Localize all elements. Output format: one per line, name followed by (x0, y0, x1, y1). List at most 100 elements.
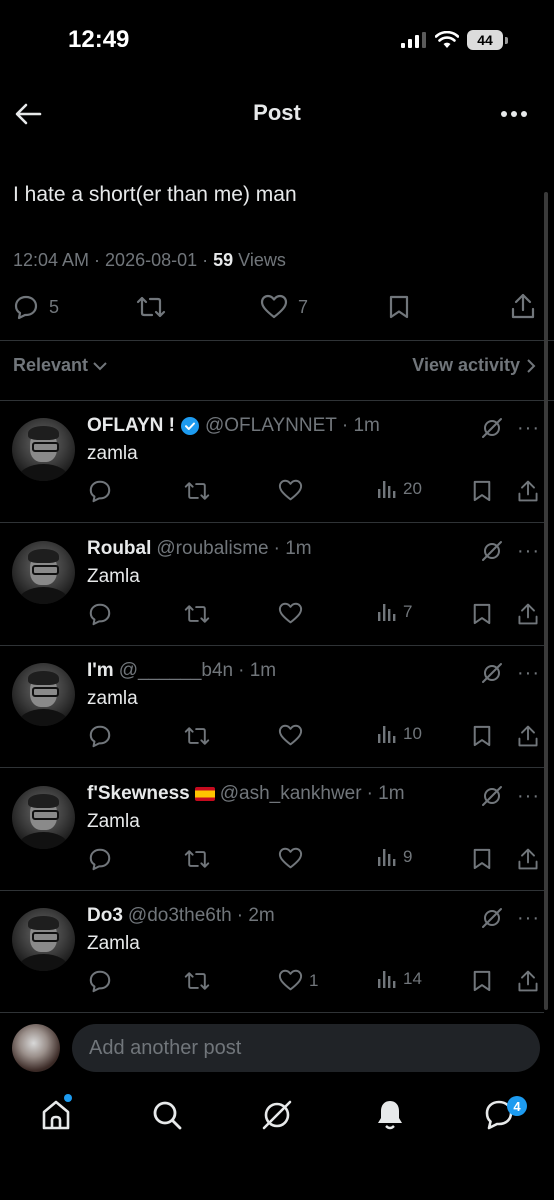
signal-icon (401, 32, 426, 48)
like-action[interactable] (278, 724, 309, 747)
bell-icon[interactable] (374, 1098, 406, 1132)
reply-action[interactable] (88, 847, 112, 871)
like-action[interactable] (278, 602, 309, 625)
reply-author-name[interactable]: Roubal (87, 538, 151, 560)
grok-icon[interactable] (481, 785, 503, 807)
bookmark-icon[interactable] (472, 969, 492, 993)
avatar[interactable] (12, 785, 75, 849)
reply-post[interactable]: Roubal @roubalisme · 1m Zamla ··· 7 (0, 524, 544, 646)
bookmark-icon[interactable] (472, 847, 492, 871)
home-icon[interactable] (40, 1098, 72, 1132)
reply-header: Do3 @do3the6th · 2m (87, 905, 275, 927)
more-options-icon[interactable]: ··· (517, 907, 540, 930)
reply-handle[interactable]: @roubalisme (156, 538, 268, 560)
reply-text: Zamla (87, 810, 140, 832)
post-actions: 5 7 (0, 292, 554, 326)
views-action[interactable]: 7 (377, 602, 412, 622)
view-activity-link[interactable]: View activity (412, 355, 536, 376)
reply-text: Zamla (87, 933, 140, 954)
sort-label: Relevant (13, 355, 89, 375)
repost-action[interactable] (184, 969, 210, 993)
post-meta: 12:04 AM · 2026-08-01 · 59 Views (13, 250, 286, 271)
reply-handle[interactable]: @do3the6th (128, 905, 232, 927)
sort-dropdown[interactable]: Relevant (13, 355, 108, 376)
views-label: Views (233, 250, 286, 270)
reply-author-name[interactable]: OFLAYN ! (87, 415, 175, 437)
reply-time: · 1m (366, 782, 405, 804)
reply-actions: 1 14 (0, 969, 544, 997)
repost-action[interactable] (184, 602, 210, 626)
like-action[interactable]: 7 (260, 294, 308, 320)
reply-post[interactable]: OFLAYN ! @OFLAYNNET · 1m zamla ··· 20 (0, 401, 544, 523)
share-icon[interactable] (516, 724, 540, 748)
repost-action[interactable] (136, 294, 166, 320)
chevron-right-icon (527, 358, 536, 373)
reply-text: zamla (87, 443, 138, 464)
reply-time: · 1m (273, 537, 312, 559)
bookmark-icon[interactable] (388, 294, 410, 320)
reply-time: · 1m (341, 415, 380, 436)
more-options-icon[interactable]: ··· (517, 540, 540, 563)
views-icon (378, 603, 396, 621)
reply-header: f'Skewness @ash_kankhwer · 1m (87, 783, 405, 805)
divider (0, 340, 554, 341)
reply-author-name[interactable]: Do3 (87, 905, 123, 927)
reply-post[interactable]: I'm @______b4n · 1m zamla ··· 10 (0, 646, 544, 768)
repost-icon (136, 296, 166, 318)
views-action[interactable]: 9 (377, 847, 412, 867)
reply-action[interactable] (88, 602, 112, 626)
reply-handle[interactable]: @______b4n (119, 660, 233, 682)
reply-action[interactable] (88, 969, 112, 993)
reply-action[interactable] (88, 724, 112, 748)
bookmark-icon[interactable] (472, 724, 492, 748)
avatar[interactable] (12, 663, 75, 726)
share-icon[interactable] (516, 969, 540, 993)
grok-icon[interactable] (481, 662, 503, 684)
repost-action[interactable] (184, 479, 210, 503)
grok-icon[interactable] (481, 540, 503, 562)
reply-handle[interactable]: @ash_kankhwer (220, 783, 362, 805)
avatar[interactable] (12, 908, 75, 971)
more-options-icon[interactable]: ··· (517, 785, 540, 808)
share-icon[interactable] (510, 292, 536, 320)
like-action[interactable] (278, 847, 309, 870)
reply-action[interactable]: 5 (13, 294, 59, 320)
avatar[interactable] (12, 418, 75, 481)
compose-input[interactable]: Add another post (72, 1024, 540, 1072)
grok-icon[interactable] (481, 417, 503, 439)
like-action[interactable]: 1 (278, 969, 318, 992)
more-options-icon[interactable]: ··· (517, 417, 540, 440)
avatar[interactable] (12, 540, 75, 604)
reply-action[interactable] (88, 479, 112, 503)
search-icon[interactable] (151, 1098, 183, 1132)
reply-post[interactable]: f'Skewness @ash_kankhwer · 1m Zamla ··· 9 (0, 769, 544, 891)
views-count: 10 (403, 724, 422, 743)
reply-post[interactable]: Do3 @do3the6th · 2m Zamla ··· 1 14 (0, 891, 544, 1013)
grok-icon[interactable] (481, 907, 503, 929)
post-text: I hate a short(er than me) man (13, 183, 297, 206)
share-icon[interactable] (516, 847, 540, 871)
scrollbar[interactable] (544, 192, 548, 1010)
views-action[interactable]: 20 (377, 479, 422, 499)
share-icon[interactable] (516, 479, 540, 503)
reply-handle[interactable]: @OFLAYNNET (205, 415, 337, 437)
repost-icon (184, 972, 210, 990)
grok-icon[interactable] (260, 1098, 294, 1132)
repost-action[interactable] (184, 847, 210, 871)
bookmark-icon[interactable] (472, 479, 492, 503)
views-icon (378, 848, 396, 866)
reply-author-name[interactable]: I'm (87, 660, 114, 682)
more-options-icon[interactable] (500, 110, 528, 118)
share-icon[interactable] (516, 602, 540, 626)
status-time: 12:49 (68, 26, 130, 53)
reply-actions: 9 (0, 847, 544, 875)
like-count: 7 (298, 296, 309, 317)
views-action[interactable]: 14 (377, 969, 422, 989)
bookmark-icon[interactable] (472, 602, 492, 626)
repost-action[interactable] (184, 724, 210, 748)
like-action[interactable] (278, 479, 309, 502)
reply-author-name[interactable]: f'Skewness (87, 783, 190, 805)
views-action[interactable]: 10 (377, 724, 422, 744)
more-options-icon[interactable]: ··· (517, 662, 540, 685)
reply-icon (89, 970, 111, 993)
